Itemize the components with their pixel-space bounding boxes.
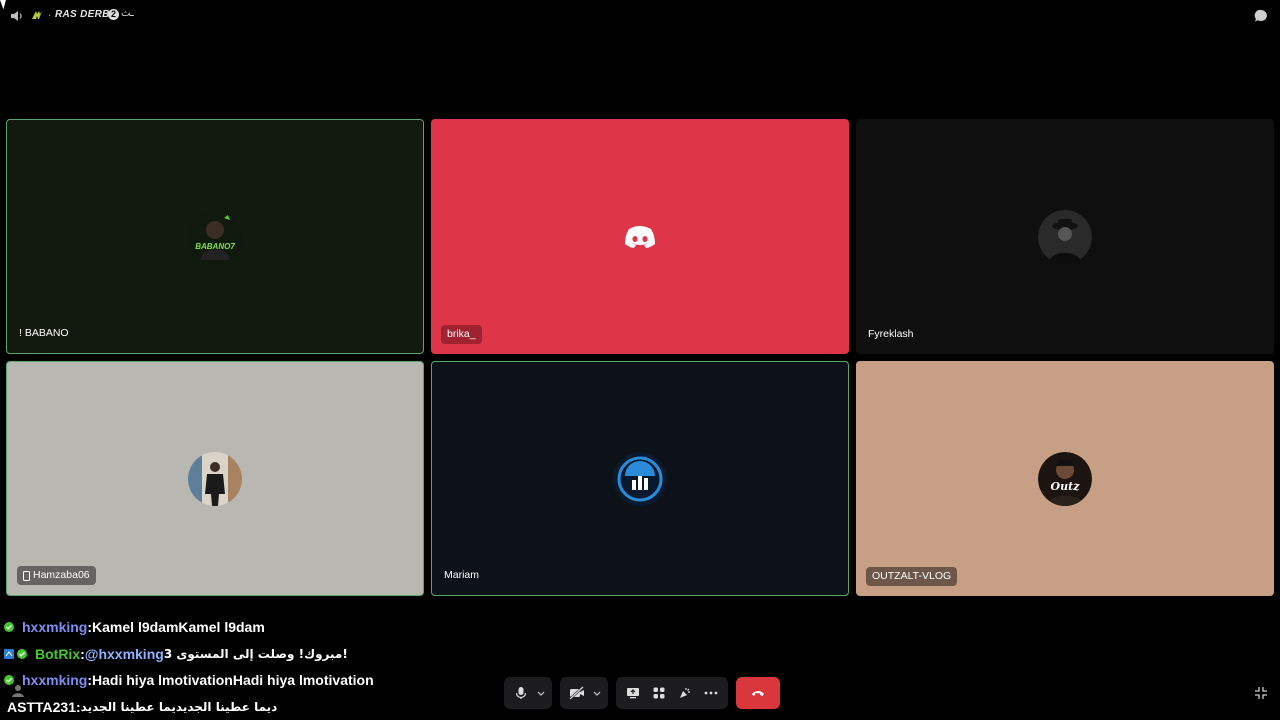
more-icon [704, 691, 718, 695]
actions-group [616, 677, 728, 709]
participant-name: brika_ [447, 328, 476, 340]
bot-badge-icon [4, 648, 14, 659]
chat-message: hxxmking : Hadi hiya lmotivationHadi hiy… [4, 667, 524, 694]
avatar-babano: BABANO7 [188, 209, 242, 264]
channel-logo-icon [32, 11, 42, 19]
video-tile-mariam[interactable]: Mariam [431, 361, 849, 596]
avatar-mariam [613, 451, 667, 506]
chat-text: Kamel l9damKamel l9dam [92, 619, 265, 636]
discord-logo-icon [625, 225, 655, 248]
participant-name: Mariam [444, 569, 480, 581]
chat-mention: @hxxmking [84, 645, 164, 662]
participant-name-tag: Hamzaba06 [17, 566, 96, 585]
chat-username: BotRix [35, 645, 81, 662]
avatar-outzalt: Outz [1038, 451, 1092, 506]
video-tile-brika[interactable]: brika_ [431, 119, 849, 354]
channel-suffix: ـث [121, 8, 134, 19]
participants-icon[interactable] [11, 684, 25, 698]
chevron-down-icon [593, 691, 601, 696]
participant-name-tag: Fyreklash [866, 325, 920, 344]
video-tile-hamzaba06[interactable]: Hamzaba06 [6, 361, 424, 596]
stream-chat-overlay: hxxmking : Kamel l9damKamel l9dam BotRix… [4, 614, 524, 720]
channel-name: RAS DERB [55, 9, 110, 20]
camera-options-button[interactable] [590, 677, 604, 709]
channel-badge: 2 [108, 9, 119, 20]
chat-username: hxxmking [22, 672, 88, 689]
chat-message: BotRix : @hxxmking !مبروك! وصلت إلى المس… [4, 641, 524, 668]
video-tile-fyreklash[interactable]: Fyreklash [856, 119, 1274, 354]
share-screen-button[interactable] [620, 677, 646, 709]
chat-text: Hadi hiya lmotivationHadi hiya lmotivati… [92, 672, 374, 689]
mobile-icon [23, 570, 30, 581]
chevron-down-icon [537, 691, 545, 696]
chat-text: !مبروك! وصلت إلى المستوى 3 [163, 646, 348, 661]
chat-text: ديما عطينا الجديديما عطينا الجديد [80, 699, 278, 714]
participant-name-tag: OUTZALT-VLOG [866, 567, 958, 586]
video-tile-babano[interactable]: BABANO7 ! BABANO [6, 119, 424, 354]
camera-button[interactable] [564, 677, 590, 709]
call-controls [504, 677, 780, 709]
avatar-text: BABANO7 [195, 242, 235, 251]
mic-group [504, 677, 552, 709]
svg-text:Outz: Outz [1051, 480, 1081, 493]
top-bar: · RAS DERB 2 ـث [0, 0, 1280, 32]
disconnect-button[interactable] [736, 677, 780, 709]
mute-button[interactable] [508, 677, 534, 709]
avatar-hamzaba06 [188, 451, 242, 506]
chat-bubble-icon[interactable] [1254, 9, 1268, 23]
chat-username: hxxmking [22, 619, 88, 636]
chat-message: hxxmking : Kamel l9damKamel l9dam [4, 614, 524, 641]
screen-share-icon [627, 688, 639, 699]
volume-icon[interactable] [10, 9, 24, 23]
verified-check-icon [4, 622, 14, 633]
exit-fullscreen-icon[interactable] [1254, 686, 1268, 700]
more-options-button[interactable] [698, 677, 724, 709]
participant-name-tag: ! BABANO [17, 324, 75, 343]
participant-name: Hamzaba06 [33, 569, 90, 581]
participant-name: Fyreklash [868, 328, 914, 340]
participant-name-tag: brika_ [441, 325, 482, 344]
chat-username: ASTTA231 [7, 698, 76, 715]
participant-name: ! BABANO [19, 327, 69, 339]
avatar-brika [613, 210, 667, 264]
camera-off-icon [569, 686, 584, 700]
participant-name-tag: Mariam [442, 566, 485, 585]
avatar-fyreklash [1038, 209, 1092, 264]
phone-hangup-icon [752, 691, 764, 696]
soundboard-icon [680, 688, 690, 698]
mouse-cursor [0, 0, 10, 10]
activities-button[interactable] [646, 677, 672, 709]
activities-icon [653, 687, 665, 699]
chat-message: ASTTA231 : ديما عطينا الجديديما عطينا ال… [4, 694, 524, 720]
separator-dot: · [48, 10, 52, 21]
microphone-icon [515, 687, 527, 699]
camera-group [560, 677, 608, 709]
verified-check-icon [17, 648, 27, 659]
video-tile-outzalt-vlog[interactable]: Outz OUTZALT-VLOG [856, 361, 1274, 596]
soundboard-button[interactable] [672, 677, 698, 709]
mic-options-button[interactable] [534, 677, 548, 709]
participant-name: OUTZALT-VLOG [872, 570, 952, 582]
